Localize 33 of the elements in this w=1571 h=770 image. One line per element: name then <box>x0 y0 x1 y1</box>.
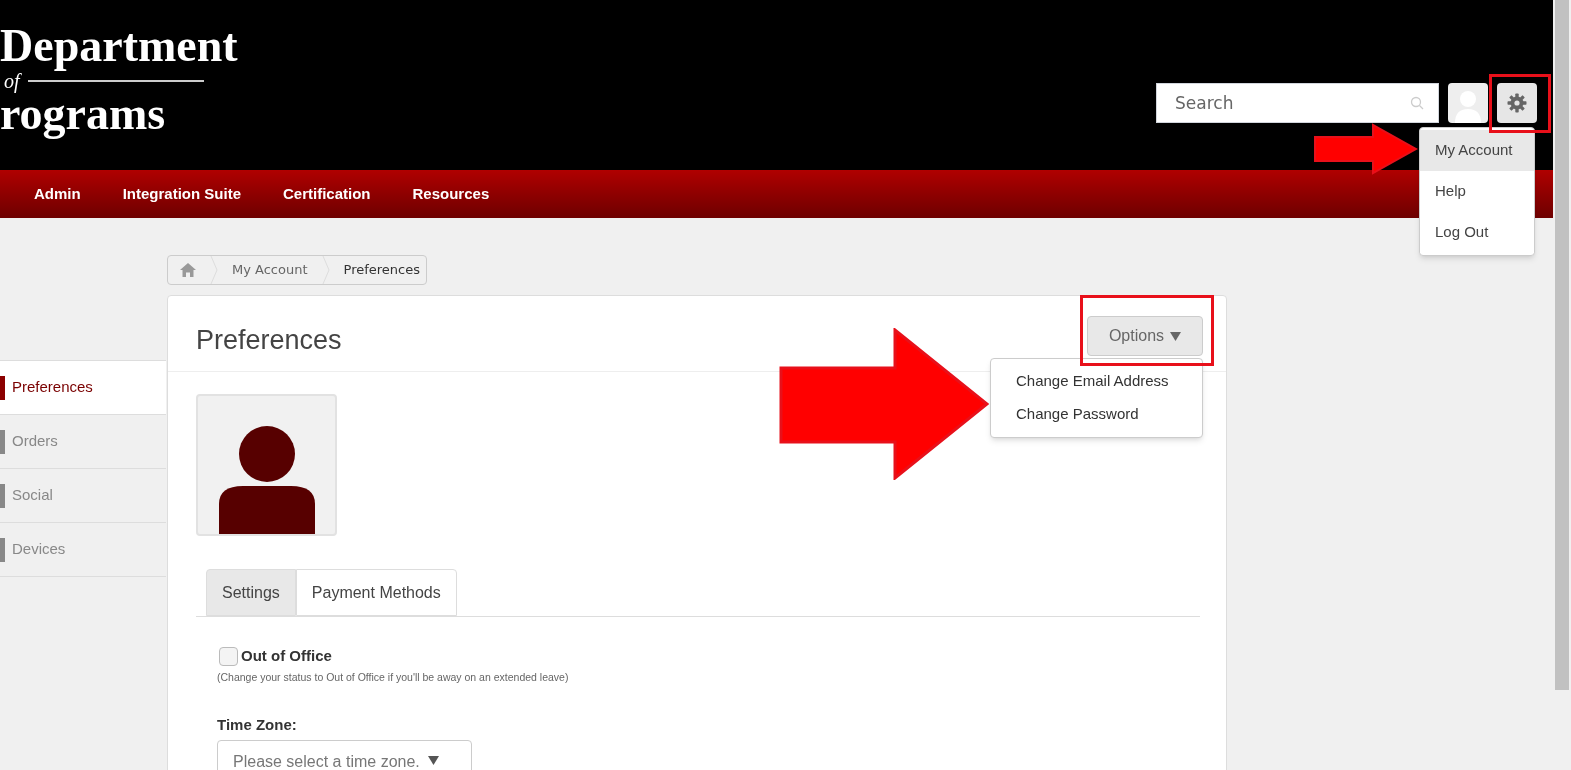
options-button[interactable]: Options <box>1087 316 1203 356</box>
breadcrumb-separator <box>321 256 330 284</box>
menu-item[interactable]: Log Out <box>1420 212 1534 253</box>
logo-text: of <box>4 70 20 92</box>
field-label: Time Zone: <box>217 715 297 735</box>
nav-link[interactable]: Integration Suite <box>101 182 262 206</box>
user-icon <box>1453 89 1483 123</box>
menu-item[interactable]: Help <box>1420 171 1534 212</box>
tab[interactable]: Payment Methods <box>295 569 457 616</box>
nav-link[interactable]: Admin <box>13 182 102 206</box>
home-icon[interactable] <box>180 263 196 277</box>
hint-text: (Change your status to Out of Office if you'll be away on an extended leave) <box>217 670 569 685</box>
page-title: Preferences <box>196 324 342 357</box>
settings-button[interactable] <box>1497 83 1537 123</box>
tab[interactable]: Settings <box>206 569 296 616</box>
time-zone-select[interactable]: Please select a time zone. <box>217 740 472 770</box>
settings-icon <box>1507 93 1527 113</box>
caret-icon <box>1170 331 1182 341</box>
caret-icon <box>427 756 439 765</box>
sidebar-item[interactable]: Preferences <box>0 361 166 415</box>
breadcrumb-link[interactable]: My Account <box>232 260 308 280</box>
user-icon <box>218 426 315 534</box>
highlight-frame <box>1489 74 1551 133</box>
breadcrumb-separator <box>210 256 218 284</box>
nav-link[interactable]: Resources <box>391 182 511 206</box>
search-icon <box>1410 96 1424 110</box>
menu-item[interactable]: Change Email Address <box>991 365 1202 398</box>
checkbox-label: Out of Office <box>241 646 332 666</box>
breadcrumb-link[interactable]: Preferences <box>343 260 420 280</box>
search-field[interactable]: Search <box>1156 83 1439 123</box>
nav-link[interactable]: Certification <box>262 182 392 206</box>
menu-item[interactable]: Change Password <box>991 398 1202 431</box>
menu-item[interactable]: My Account <box>1420 130 1534 171</box>
